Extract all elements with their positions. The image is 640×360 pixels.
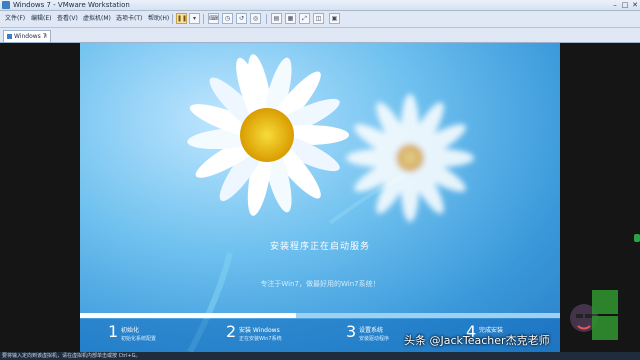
maximize-icon[interactable]: □: [620, 1, 630, 9]
step-title: 安装 Windows: [239, 327, 280, 334]
menu-bar: 文件(F) 编辑(E) 查看(V) 虚拟机(M) 选项卡(T) 帮助(H) ❚❚…: [0, 11, 640, 28]
tab-windows-7[interactable]: Windows 7 ×: [3, 30, 51, 42]
stretch-icon[interactable]: ▣: [329, 13, 340, 24]
step-number: 1: [108, 322, 119, 341]
daisy-center: [240, 108, 294, 162]
watermark-text: 头条 @JackTeacher杰克老师: [404, 334, 550, 347]
step-desc: 初始化系统配置: [121, 336, 157, 342]
tab-bar: Windows 7 ×: [0, 28, 640, 43]
menu-edit[interactable]: 编辑(E): [31, 14, 51, 24]
status-bar: 要将输入定向到该虚拟机，请在虚拟机内部单击或按 Ctrl+G。: [0, 352, 640, 360]
step-number: 3: [346, 322, 357, 341]
snapshot-icon[interactable]: ◷: [222, 13, 233, 24]
fullscreen-icon[interactable]: ⤢: [299, 13, 310, 24]
menu-help[interactable]: 帮助(H): [148, 14, 169, 24]
dropdown-arrow-icon[interactable]: ▾: [189, 13, 200, 24]
guest-screen[interactable]: 安装程序正在启动服务 专注于Win7，做最好用的Win7系统！ 1 初始化 初始…: [80, 43, 560, 352]
show-library-icon[interactable]: ▤: [271, 13, 282, 24]
close-tab-icon[interactable]: ×: [43, 31, 48, 42]
tab-label: Windows 7: [14, 33, 47, 40]
close-icon[interactable]: ✕: [630, 1, 640, 9]
step-title: 设置系统: [359, 327, 384, 334]
step-desc: 安装驱动程序: [359, 336, 390, 342]
minimize-icon[interactable]: –: [610, 1, 620, 9]
step-desc: 正在安装Win7系统: [239, 336, 282, 342]
menu-view[interactable]: 查看(V): [57, 14, 78, 24]
toolbar-separator: [266, 14, 267, 24]
daisy: [187, 54, 349, 216]
step-number: 2: [226, 322, 237, 341]
title-bar: Windows 7 - VMware Workstation – □ ✕: [0, 0, 640, 11]
menu-tabs[interactable]: 选项卡(T): [116, 14, 142, 24]
setup-status-message: 安装程序正在启动服务: [269, 242, 370, 252]
snapshot-manager-icon[interactable]: ◎: [250, 13, 261, 24]
revert-snapshot-icon[interactable]: ↺: [236, 13, 247, 24]
vmware-icon: [2, 1, 10, 9]
menu-file[interactable]: 文件(F): [5, 14, 25, 24]
flower-background: [187, 54, 474, 352]
vm-console[interactable]: 安装程序正在启动服务 专注于Win7，做最好用的Win7系统！ 1 初始化 初始…: [0, 43, 640, 352]
progress-fill: [80, 313, 296, 318]
install-progress-bar: [80, 313, 560, 318]
send-ctrl-alt-del-icon[interactable]: ⌨: [208, 13, 219, 24]
pause-icon[interactable]: ❚❚: [176, 13, 187, 24]
toolbar-separator: [172, 14, 173, 24]
unity-icon[interactable]: ◫: [313, 13, 324, 24]
window-title: Windows 7 - VMware Workstation: [13, 1, 130, 9]
status-hint: 要将输入定向到该虚拟机，请在虚拟机内部单击或按 Ctrl+G。: [2, 353, 141, 359]
thumbnail-icon[interactable]: ▦: [285, 13, 296, 24]
toolbar-separator: [203, 14, 204, 24]
side-indicator-icon: [634, 234, 640, 242]
vm-icon: [7, 34, 12, 39]
menu-vm[interactable]: 虚拟机(M): [83, 14, 111, 24]
blurred-daisy: [346, 94, 474, 222]
tagline: 专注于Win7，做最好用的Win7系统！: [260, 280, 380, 288]
step-title: 初始化: [121, 327, 140, 334]
watermark-logo: [570, 290, 618, 340]
